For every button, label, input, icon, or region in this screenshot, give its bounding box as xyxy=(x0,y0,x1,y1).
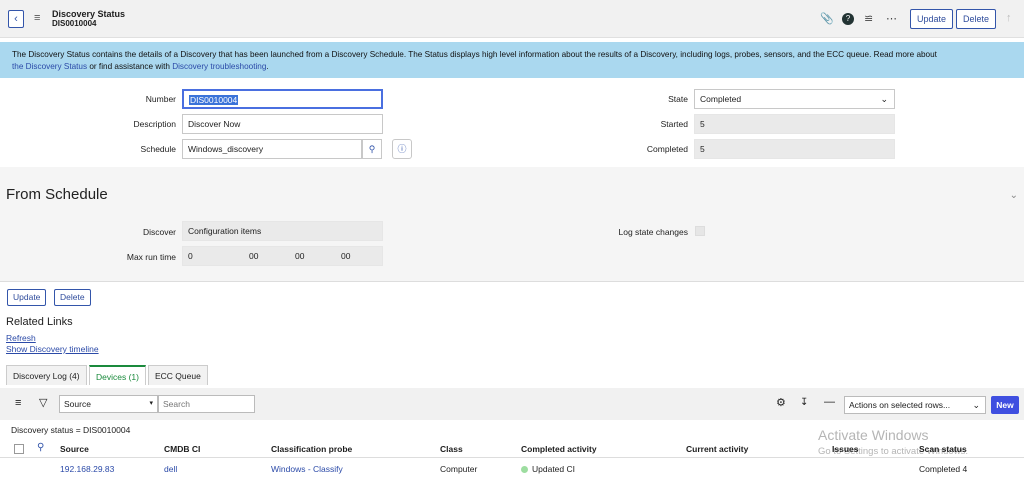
log-state-checkbox[interactable] xyxy=(695,226,705,236)
row-scan-status: Completed 4 xyxy=(919,464,968,474)
description-label: Description xyxy=(133,119,176,129)
state-label: State xyxy=(668,94,688,104)
column-source[interactable]: Source xyxy=(60,444,89,454)
state-select[interactable]: Completed ⌄ xyxy=(694,89,895,109)
collapse-chevron-icon[interactable]: ⌄ xyxy=(1010,190,1018,201)
gear-icon[interactable]: ⚙ xyxy=(776,396,786,409)
info-icon[interactable]: ⓘ xyxy=(392,139,412,159)
tab-devices[interactable]: Devices (1) xyxy=(89,365,146,385)
max-run-time-field: 0 00 00 00 xyxy=(182,246,383,266)
schedule-field[interactable]: Windows_discovery xyxy=(182,139,362,159)
number-field[interactable]: DIS0010004 xyxy=(182,89,383,109)
show-timeline-link[interactable]: Show Discovery timeline xyxy=(6,344,99,354)
actions-select-value: Actions on selected rows... xyxy=(849,400,951,410)
dropdown-icon: ▾ xyxy=(149,400,153,407)
form-header: ‹ ≡ Discovery Status DIS0010004 📎 ? ≌ ⋯ … xyxy=(0,0,1024,38)
refresh-link[interactable]: Refresh xyxy=(6,333,36,343)
actions-select[interactable]: Actions on selected rows... ⌄ xyxy=(844,396,986,414)
settings-sliders-icon[interactable]: ≌ xyxy=(864,12,873,25)
row-source[interactable]: 192.168.29.83 xyxy=(60,464,114,474)
info-text-3: . xyxy=(266,62,269,71)
started-label: Started xyxy=(660,119,688,129)
max-run-days: 0 xyxy=(188,251,193,261)
search-icon[interactable]: ⚲ xyxy=(37,442,44,453)
menu-icon[interactable]: ≡ xyxy=(34,12,40,24)
activate-windows-watermark: Activate Windows xyxy=(818,427,929,443)
filter-icon[interactable]: ▽ xyxy=(39,396,47,409)
max-run-time-label: Max run time xyxy=(126,252,176,262)
schedule-label: Schedule xyxy=(140,144,176,154)
discovery-status-link[interactable]: the Discovery Status xyxy=(12,62,87,71)
started-field: 5 xyxy=(694,114,895,134)
log-state-label: Log state changes xyxy=(618,227,688,237)
header-divider xyxy=(0,457,1024,458)
delete-button[interactable]: Delete xyxy=(956,9,997,29)
state-value: Completed xyxy=(700,94,742,104)
more-icon[interactable]: ⋯ xyxy=(886,12,897,25)
max-run-hours: 00 xyxy=(249,251,259,261)
from-schedule-section xyxy=(0,167,1024,282)
column-classification-probe[interactable]: Classification probe xyxy=(271,444,352,454)
minus-icon[interactable]: — xyxy=(824,396,835,408)
help-icon[interactable]: ? xyxy=(842,13,854,25)
breadcrumb[interactable]: Discovery status = DIS0010004 xyxy=(11,425,130,435)
column-scan-status[interactable]: Scan status xyxy=(919,444,967,454)
chevron-down-icon: ⌄ xyxy=(972,400,980,410)
troubleshooting-link[interactable]: Discovery troubleshooting xyxy=(172,62,266,71)
discover-field: Configuration items xyxy=(182,221,383,241)
number-label: Number xyxy=(145,94,176,104)
column-issues[interactable]: Issues xyxy=(832,444,858,454)
info-text: The Discovery Status contains the detail… xyxy=(12,50,937,59)
update-button[interactable]: Update xyxy=(910,9,954,29)
arrow-up-icon[interactable]: ↑ xyxy=(1006,12,1012,24)
info-text-2: or find assistance with xyxy=(87,62,173,71)
max-run-seconds: 00 xyxy=(341,251,351,261)
description-field[interactable]: Discover Now xyxy=(182,114,383,134)
status-dot-icon xyxy=(521,466,528,473)
select-all-checkbox[interactable] xyxy=(14,444,24,454)
max-run-minutes: 00 xyxy=(295,251,305,261)
section-title: From Schedule xyxy=(6,186,108,203)
column-completed-activity[interactable]: Completed activity xyxy=(521,444,597,454)
number-value: DIS0010004 xyxy=(189,95,239,105)
row-cmdb-ci[interactable]: dell xyxy=(164,464,177,474)
form-title: Discovery Status xyxy=(52,9,126,19)
tab-ecc-queue[interactable]: ECC Queue xyxy=(148,365,208,385)
update-button-bottom[interactable]: Update xyxy=(7,289,47,306)
row-classification-probe[interactable]: Windows - Classify xyxy=(271,464,343,474)
search-field-value: Source xyxy=(64,399,91,409)
list-toolbar: ≡ ▽ Source ▾ ⚙ ↧ — Actions on selected ro… xyxy=(0,388,1024,420)
new-button[interactable]: New xyxy=(991,396,1019,414)
search-icon[interactable]: ⚲ xyxy=(362,139,382,159)
tab-discovery-log[interactable]: Discovery Log (4) xyxy=(6,365,87,385)
completed-label: Completed xyxy=(646,144,688,154)
chevron-down-icon: ⌄ xyxy=(880,94,888,104)
search-field-select[interactable]: Source ▾ xyxy=(59,395,158,413)
divider xyxy=(0,281,1024,282)
related-links-title: Related Links xyxy=(6,316,73,328)
column-cmdb-ci[interactable]: CMDB CI xyxy=(164,444,200,454)
row-completed-activity: Updated CI xyxy=(521,464,575,474)
row-completed-activity-text: Updated CI xyxy=(532,464,575,474)
record-number: DIS0010004 xyxy=(52,19,97,28)
info-message: The Discovery Status contains the detail… xyxy=(0,42,1024,78)
row-class: Computer xyxy=(440,464,478,474)
back-icon[interactable]: ‹ xyxy=(8,10,24,28)
list-menu-icon[interactable]: ≡ xyxy=(15,397,21,409)
completed-field: 5 xyxy=(694,139,895,159)
search-input[interactable] xyxy=(158,395,255,413)
column-current-activity[interactable]: Current activity xyxy=(686,444,748,454)
delete-button-bottom[interactable]: Delete xyxy=(54,289,91,306)
discover-label: Discover xyxy=(142,227,176,237)
attachment-icon[interactable]: 📎 xyxy=(820,12,834,25)
column-class[interactable]: Class xyxy=(440,444,463,454)
download-icon[interactable]: ↧ xyxy=(800,397,808,408)
